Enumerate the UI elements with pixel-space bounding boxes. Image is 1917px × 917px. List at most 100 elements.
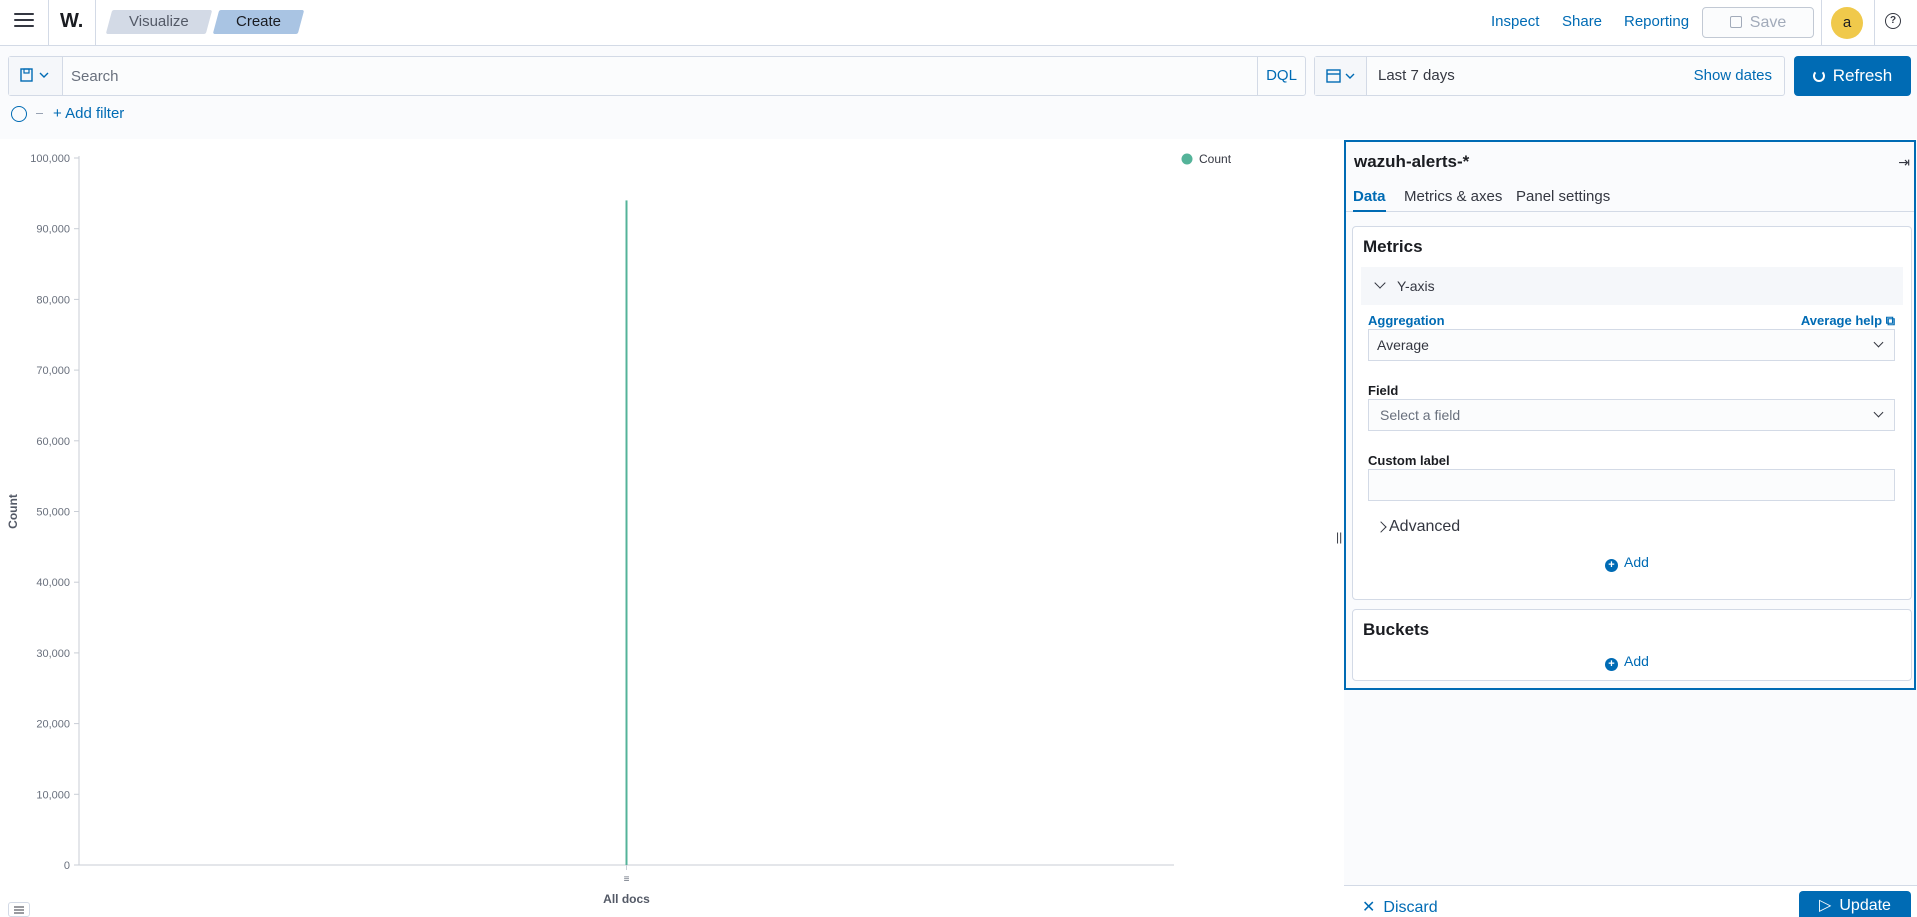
chevron-down-icon (1873, 337, 1884, 348)
x-axis-title: All docs (603, 892, 650, 906)
yaxis-accordion[interactable]: Y-axis (1361, 267, 1903, 305)
plus-icon: + (1605, 658, 1618, 671)
inspect-link[interactable]: Inspect (1491, 13, 1539, 30)
y-tick-label: 60,000 (36, 436, 70, 448)
top-header: W. Visualize Create Inspect Share Report… (0, 0, 1917, 46)
share-link[interactable]: Share (1562, 13, 1602, 30)
editor-panel: wazuh-alerts-* ⇥ Data Metrics & axes Pan… (1344, 140, 1916, 690)
external-link-icon: ⧉ (1885, 313, 1895, 328)
tab-metrics-axes[interactable]: Metrics & axes (1404, 188, 1502, 205)
add-bucket-label: Add (1624, 653, 1649, 669)
collapse-sidebar-icon[interactable]: ⇥ (1898, 154, 1910, 171)
aggregation-help-link[interactable]: Average help ⧉ (1801, 313, 1895, 329)
legend-label: Count (1199, 152, 1232, 166)
reporting-link[interactable]: Reporting (1624, 13, 1689, 30)
chevron-down-icon (1873, 407, 1884, 418)
update-button[interactable]: ▷ Update (1799, 891, 1911, 917)
save-button[interactable]: Save (1702, 7, 1814, 38)
quick-menu-button[interactable] (1315, 57, 1367, 95)
update-label: Update (1839, 897, 1891, 914)
refresh-button[interactable]: Refresh (1794, 56, 1911, 96)
app-logo[interactable]: W. (60, 10, 83, 33)
editor-tabs: Data Metrics & axes Panel settings (1346, 182, 1914, 212)
field-select[interactable]: Select a field (1368, 399, 1895, 431)
discard-label: Discard (1383, 899, 1438, 916)
query-language-button[interactable]: DQL (1257, 57, 1305, 95)
chevron-down-icon (1374, 277, 1386, 289)
tab-data[interactable]: Data (1353, 188, 1386, 212)
breadcrumb-label: Create (235, 13, 282, 30)
app: W. Visualize Create Inspect Share Report… (0, 0, 1917, 917)
custom-label-input[interactable] (1368, 469, 1895, 501)
query-bar: Search DQL Last 7 days Show dates Refres… (0, 46, 1917, 139)
menu-icon[interactable] (14, 13, 34, 31)
close-icon: ✕ (1362, 899, 1376, 916)
y-tick-label: 100,000 (30, 153, 70, 165)
buckets-card: Buckets + Add (1352, 609, 1912, 681)
y-tick-label: 80,000 (36, 294, 70, 306)
discard-button[interactable]: ✕ Discard (1362, 897, 1438, 917)
play-icon: ▷ (1819, 897, 1832, 914)
filter-options-icon[interactable] (11, 106, 27, 122)
resize-handle-icon[interactable]: || (1336, 530, 1342, 544)
metrics-title: Metrics (1363, 237, 1423, 256)
header-divider (1821, 0, 1822, 46)
search-input[interactable]: Search (71, 68, 119, 85)
y-tick-label: 30,000 (36, 648, 70, 660)
legend-toggle-button[interactable] (8, 902, 30, 917)
visualization-chart: 0 10,000 20,000 30,000 40,000 50,000 60,000 70,… (0, 140, 1335, 917)
y-tick-label: 40,000 (36, 577, 70, 589)
refresh-label: Refresh (1832, 66, 1893, 85)
buckets-title: Buckets (1363, 620, 1430, 639)
plus-icon: + (1605, 559, 1618, 572)
aggregation-label: Aggregation (1368, 313, 1445, 328)
breadcrumb-create: Create (212, 10, 305, 34)
custom-label-label: Custom label (1368, 453, 1450, 468)
header-divider (1874, 0, 1875, 46)
aggregation-select[interactable]: Average (1368, 329, 1895, 361)
filter-divider (36, 113, 43, 114)
editor-sidebar: wazuh-alerts-* ⇥ Data Metrics & axes Pan… (1344, 140, 1917, 917)
add-metric-button[interactable]: + Add (1605, 554, 1649, 572)
add-filter-link[interactable]: + Add filter (53, 105, 124, 122)
list-icon (14, 906, 24, 914)
logo-text: W. (60, 10, 84, 32)
add-metric-label: Add (1624, 554, 1649, 570)
save-icon (1729, 16, 1742, 28)
header-divider (95, 0, 96, 46)
metrics-card: Metrics Y-axis Aggregation Average help … (1352, 226, 1912, 600)
yaxis-label: Y-axis (1397, 278, 1435, 294)
y-tick-label: 0 (64, 860, 70, 872)
y-tick-label: 90,000 (36, 224, 70, 236)
editor-footer: ✕ Discard ▷ Update (1344, 885, 1917, 917)
time-range-text[interactable]: Last 7 days (1378, 67, 1455, 84)
breadcrumb-visualize[interactable]: Visualize (105, 10, 213, 34)
user-avatar[interactable]: a (1831, 7, 1863, 39)
y-tick-label: 50,000 (36, 507, 70, 519)
add-bucket-button[interactable]: + Add (1605, 653, 1649, 671)
x-tick-label: ≡ (624, 874, 630, 885)
field-label: Field (1368, 383, 1399, 398)
search-bar: Search DQL (8, 56, 1306, 96)
y-tick-label: 70,000 (36, 365, 70, 377)
saved-query-menu[interactable] (9, 57, 63, 95)
legend-swatch (1181, 153, 1193, 165)
chart-svg: 0 10,000 20,000 30,000 40,000 50,000 60,000 70,… (6, 152, 1232, 906)
chevron-right-icon[interactable] (1375, 521, 1387, 533)
tab-panel-settings[interactable]: Panel settings (1516, 188, 1610, 205)
advanced-toggle[interactable]: Advanced (1389, 518, 1460, 536)
bar (625, 200, 628, 866)
y-axis-title: Count (6, 494, 20, 529)
show-dates-link[interactable]: Show dates (1694, 67, 1772, 84)
field-placeholder: Select a field (1380, 407, 1461, 423)
aggregation-help-text: Average help (1800, 313, 1883, 328)
help-icon[interactable]: ? (1885, 13, 1901, 29)
index-pattern-title: wazuh-alerts-* (1354, 152, 1470, 171)
date-picker: Last 7 days Show dates (1314, 56, 1785, 96)
save-label: Save (1749, 14, 1787, 31)
refresh-icon (1812, 70, 1825, 82)
header-divider (48, 0, 49, 46)
y-tick-label: 10,000 (36, 789, 70, 801)
aggregation-value: Average (1377, 337, 1429, 353)
y-tick-label: 20,000 (36, 719, 70, 731)
